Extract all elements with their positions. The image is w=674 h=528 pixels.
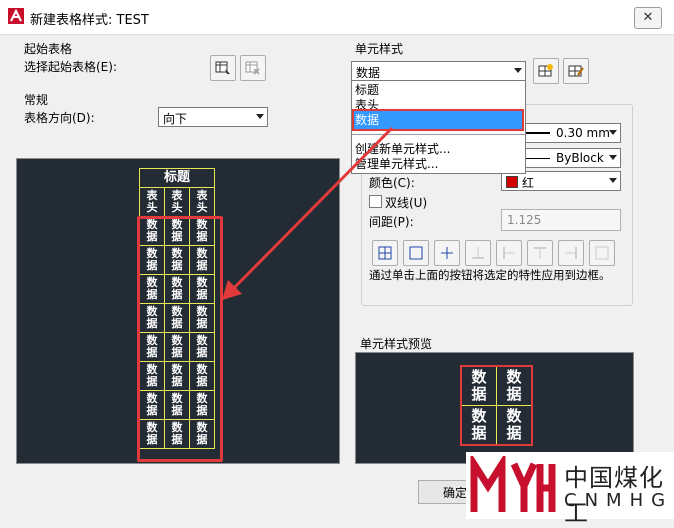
ok-button-label: 确定 [443,486,468,500]
watermark-logo [470,456,556,512]
watermark: 中国煤化工 CNMHG [466,452,674,527]
watermark-name-en: CNMHG [564,490,674,511]
annotation-arrow [222,126,394,300]
